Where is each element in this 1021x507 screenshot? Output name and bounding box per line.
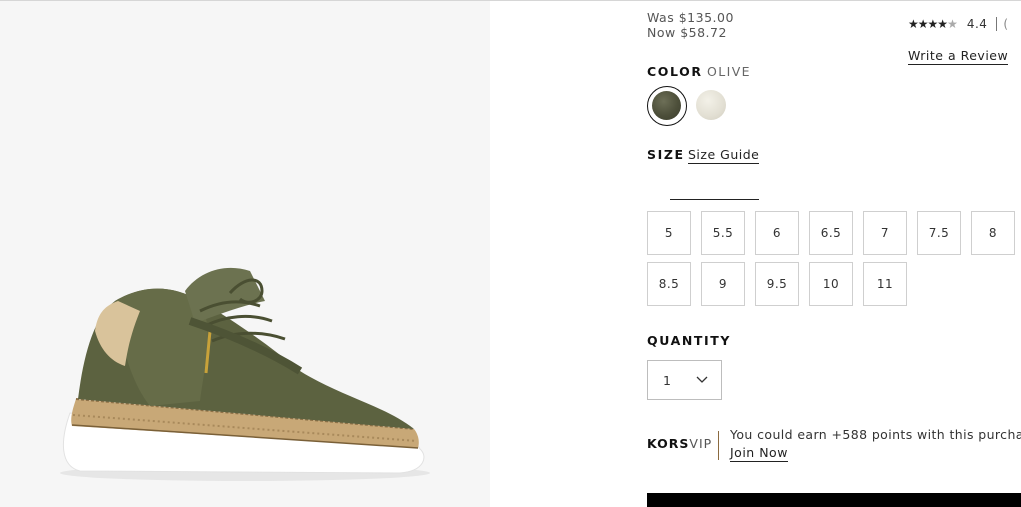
star-icon: ★ <box>937 17 948 31</box>
review-count[interactable]: ( <box>1003 17 1008 31</box>
size-option[interactable]: 9 <box>701 262 745 306</box>
star-icon: ★ <box>908 17 919 31</box>
swatch-olive[interactable] <box>647 86 687 126</box>
chevron-down-icon <box>696 376 708 383</box>
rating-divider <box>996 17 998 31</box>
korsvip-vip: VIP <box>689 436 713 451</box>
color-label: COLOR <box>647 64 703 79</box>
product-image[interactable] <box>0 1 490 507</box>
size-option[interactable]: 11 <box>863 262 907 306</box>
price-was: Was $135.00 <box>647 10 734 25</box>
size-option[interactable]: 6.5 <box>809 211 853 255</box>
add-to-bag-button[interactable] <box>647 493 1021 507</box>
star-half-icon: ★ <box>947 17 958 31</box>
size-guide-link[interactable]: Size Guide <box>688 147 760 164</box>
rating-value: 4.4 <box>966 17 988 31</box>
size-option[interactable]: 7 <box>863 211 907 255</box>
write-review-link[interactable]: Write a Review <box>908 48 1009 65</box>
size-label: SIZE <box>647 147 685 162</box>
selected-color: OLIVE <box>707 64 751 79</box>
quantity-select[interactable]: 1 <box>647 360 722 400</box>
sneaker-image <box>60 267 430 481</box>
size-option[interactable]: 6 <box>755 211 799 255</box>
size-option[interactable]: 9.5 <box>755 262 799 306</box>
swatch-natural[interactable] <box>694 88 734 128</box>
price-now: Now $58.72 <box>647 25 727 40</box>
swatch-natural-fill <box>696 90 726 120</box>
size-option[interactable]: 10 <box>809 262 853 306</box>
rating-summary[interactable]: ★★★★★ 4.4 ( <box>908 17 1008 31</box>
size-option[interactable]: 5 <box>647 211 691 255</box>
korsvip-points-text: You could earn +588 points with this pur… <box>730 427 1021 442</box>
quantity-value: 1 <box>663 372 671 388</box>
size-option[interactable]: 8.5 <box>647 262 691 306</box>
star-icon: ★ <box>927 17 939 31</box>
size-option[interactable]: 5.5 <box>701 211 745 255</box>
size-indicator-line <box>670 199 759 200</box>
swatch-olive-fill <box>652 91 681 120</box>
star-icon: ★ <box>917 17 929 31</box>
size-option[interactable]: 8 <box>971 211 1015 255</box>
size-option[interactable]: 7.5 <box>917 211 961 255</box>
korsvip-logo: KORSVIP <box>647 436 712 451</box>
join-now-link[interactable]: Join Now <box>730 445 788 462</box>
korsvip-kors: KORS <box>647 436 690 451</box>
korsvip-divider <box>718 431 719 460</box>
quantity-label: QUANTITY <box>647 333 732 348</box>
rating-stars: ★★★★★ <box>908 17 958 31</box>
